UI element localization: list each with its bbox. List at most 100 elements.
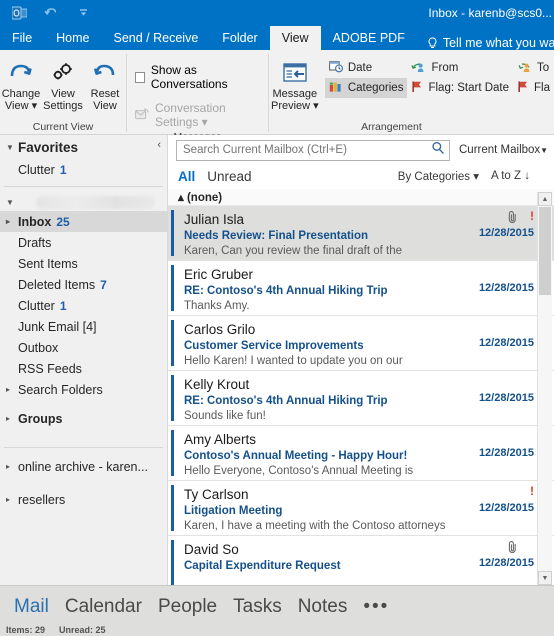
tab-adobe-pdf[interactable]: ADOBE PDF (321, 26, 417, 50)
change-view-label-top: Change (1, 88, 41, 100)
nav-item-tasks[interactable]: Tasks (233, 596, 282, 618)
scroll-up-icon[interactable]: ▲ (538, 192, 552, 206)
tab-home[interactable]: Home (44, 26, 101, 50)
conversation-settings-row[interactable]: Conversation Settings ▾ (127, 92, 268, 130)
sidebar-item-outbox[interactable]: Outbox (0, 337, 167, 358)
search-box[interactable] (176, 139, 450, 161)
sidebar-item-online-archive-label: online archive - karen... (18, 459, 148, 474)
ribbon-group-arrangement: Message Preview ▾ Date From To Categorie… (269, 50, 554, 134)
customize-qat-icon[interactable] (74, 5, 92, 21)
nav-item-people[interactable]: People (158, 596, 217, 618)
arrange-by-flag-due-date[interactable]: Fla (513, 78, 554, 98)
undo-icon[interactable] (42, 5, 60, 21)
date-icon (328, 60, 343, 76)
categories-icon (329, 81, 343, 96)
message-list[interactable]: Julian Isla Needs Review: Final Presenta… (168, 206, 554, 585)
search-icon[interactable] (431, 141, 445, 160)
sidebar-item-favorites-clutter[interactable]: Clutter 1 (0, 159, 167, 180)
show-as-conversations-checkbox[interactable] (134, 71, 145, 83)
sidebar-item-rss-feeds[interactable]: RSS Feeds (0, 358, 167, 379)
tab-folder[interactable]: Folder (210, 26, 269, 50)
scroll-down-icon[interactable]: ▼ (538, 571, 552, 585)
arrange-by-flag-start-date-label: Flag: Start Date (428, 82, 510, 94)
flag-icon (411, 80, 423, 96)
sidebar-account-row[interactable]: ▼ (0, 193, 167, 211)
arrange-by-categories[interactable]: Categories (324, 78, 408, 98)
unread-bar (171, 375, 174, 421)
message-list-item[interactable]: Eric Gruber RE: Contoso's 4th Annual Hik… (168, 261, 554, 316)
change-view-button[interactable]: Change View ▾ (0, 54, 42, 112)
group-header-row[interactable]: ▴ (none) (168, 189, 554, 206)
flag-icon-2 (517, 80, 529, 96)
message-preview-label-top: Message (272, 88, 318, 100)
message-preview-text: Thanks Amy. (184, 300, 250, 312)
sidebar-item-sent-items[interactable]: Sent Items (0, 253, 167, 274)
sidebar-item-clutter-count: 1 (59, 298, 67, 313)
show-as-conversations-row[interactable]: Show as Conversations (127, 58, 268, 92)
message-date: 12/28/2015 (478, 447, 534, 459)
nav-more-icon[interactable]: ••• (363, 596, 389, 618)
message-preview-button[interactable]: Message Preview ▾ (269, 54, 321, 112)
view-settings-button[interactable]: View Settings (42, 54, 84, 112)
nav-item-notes[interactable]: Notes (298, 596, 348, 618)
message-list-item[interactable]: David So Capital Expenditure Request 12/… (168, 536, 554, 585)
message-list-scrollbar[interactable]: ▲ ▼ (537, 192, 552, 585)
search-bar: Current Mailbox ▼ (168, 135, 554, 163)
scrollbar-thumb[interactable] (539, 207, 551, 295)
message-preview-text: Karen, Can you review the final draft of… (184, 245, 402, 257)
sidebar-item-inbox[interactable]: ▸ Inbox 25 (0, 211, 167, 232)
sidebar-item-groups[interactable]: ▸ Groups (0, 408, 167, 429)
sidebar-item-junk-email[interactable]: Junk Email [4] (0, 316, 167, 337)
account-name-redacted (36, 196, 155, 209)
nav-item-mail[interactable]: Mail (14, 596, 49, 618)
filter-all[interactable]: All (178, 169, 195, 184)
sidebar-item-online-archive[interactable]: ▸ online archive - karen... (0, 456, 167, 477)
tell-me-box[interactable]: Tell me what you want to do (417, 36, 554, 50)
nav-item-calendar[interactable]: Calendar (65, 596, 142, 618)
message-list-item[interactable]: Amy Alberts Contoso's Annual Meeting - H… (168, 426, 554, 481)
sidebar-item-resellers[interactable]: ▸ resellers (0, 489, 167, 510)
sort-order-toggle[interactable]: A to Z ↓ (491, 170, 530, 182)
sidebar-item-rss-feeds-label: RSS Feeds (18, 361, 82, 376)
message-list-item[interactable]: Carlos Grilo Customer Service Improvemen… (168, 316, 554, 371)
search-scope-dropdown[interactable]: Current Mailbox ▼ (454, 140, 550, 161)
message-list-item[interactable]: Kelly Krout RE: Contoso's 4th Annual Hik… (168, 371, 554, 426)
unread-bar (171, 265, 174, 311)
status-items-count: Items: 29 (6, 625, 46, 635)
sidebar-item-search-folders[interactable]: ▸ Search Folders (0, 379, 167, 400)
tab-send-receive[interactable]: Send / Receive (102, 26, 211, 50)
reset-view-button[interactable]: Reset View (84, 54, 126, 112)
sidebar-item-deleted-items[interactable]: Deleted Items 7 (0, 274, 167, 295)
message-list-item[interactable]: Ty Carlson Litigation Meeting Karen, I h… (168, 481, 554, 536)
sidebar-item-inbox-count: 25 (56, 214, 70, 229)
chevron-right-icon-search-folders: ▸ (6, 385, 11, 394)
lightbulb-icon (427, 36, 438, 50)
message-from: Amy Alberts (184, 432, 257, 447)
collapse-pane-icon[interactable]: ‹ (157, 139, 161, 151)
sidebar-item-drafts-label: Drafts (18, 235, 52, 250)
arrange-by-from[interactable]: From (407, 58, 513, 78)
chevron-right-icon-archive: ▸ (6, 462, 11, 471)
tab-view[interactable]: View (269, 26, 321, 50)
folder-pane: ‹ ▼ Favorites Clutter 1 ▼ ▸ Inbox 25 Dra… (0, 135, 168, 585)
sidebar-item-deleted-items-count: 7 (100, 277, 107, 292)
arrange-by-flag-start-date[interactable]: Flag: Start Date (407, 78, 513, 98)
sidebar-item-clutter[interactable]: Clutter 1 (0, 295, 167, 316)
arrange-by-dropdown[interactable]: By Categories ▾ (398, 169, 479, 183)
tab-file[interactable]: File (0, 26, 44, 50)
message-date: 12/28/2015 (478, 557, 534, 569)
message-list-item[interactable]: Julian Isla Needs Review: Final Presenta… (168, 206, 554, 261)
importance-high-icon: ! (530, 484, 534, 498)
message-preview-icon (282, 58, 308, 88)
filter-unread[interactable]: Unread (207, 169, 251, 184)
ribbon-group-current-view: Change View ▾ View Settings Reset View C… (0, 50, 126, 134)
sidebar-section-favorites[interactable]: ▼ Favorites (0, 135, 167, 159)
search-input[interactable] (183, 144, 431, 156)
view-settings-label-bottom: Settings (43, 100, 83, 112)
sidebar-item-junk-email-label: Junk Email [4] (18, 319, 97, 334)
outlook-logo-icon[interactable] (10, 5, 28, 21)
sidebar-item-drafts[interactable]: Drafts (0, 232, 167, 253)
arrange-by-to[interactable]: To (513, 58, 554, 78)
arrange-by-date[interactable]: Date (325, 58, 408, 78)
change-view-icon (8, 58, 34, 88)
